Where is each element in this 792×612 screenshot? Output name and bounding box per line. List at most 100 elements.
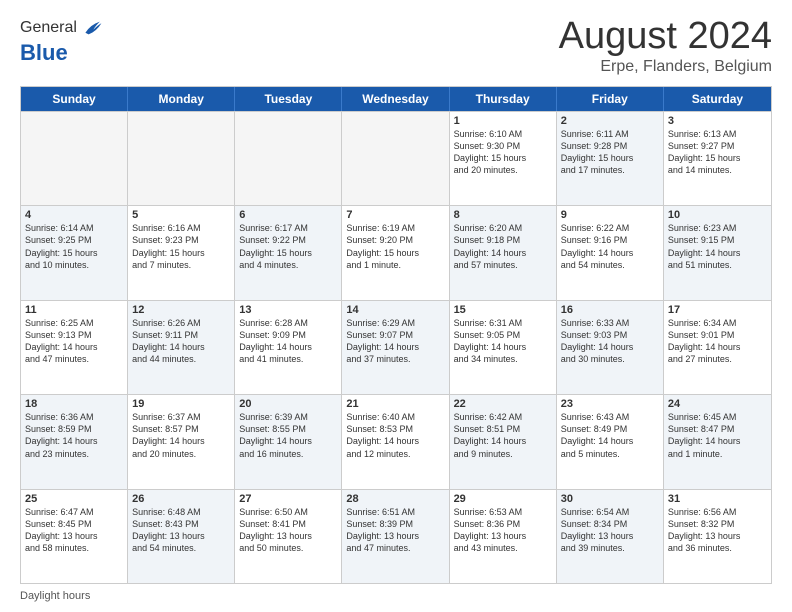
calendar-cell: 21Sunrise: 6:40 AM Sunset: 8:53 PM Dayli… — [342, 395, 449, 488]
calendar-header-cell: Saturday — [664, 87, 771, 111]
calendar-cell — [21, 112, 128, 205]
day-info: Sunrise: 6:28 AM Sunset: 9:09 PM Dayligh… — [239, 317, 337, 366]
day-info: Sunrise: 6:43 AM Sunset: 8:49 PM Dayligh… — [561, 411, 659, 460]
day-info: Sunrise: 6:13 AM Sunset: 9:27 PM Dayligh… — [668, 128, 767, 177]
day-info: Sunrise: 6:34 AM Sunset: 9:01 PM Dayligh… — [668, 317, 767, 366]
calendar-cell: 16Sunrise: 6:33 AM Sunset: 9:03 PM Dayli… — [557, 301, 664, 394]
calendar-cell: 18Sunrise: 6:36 AM Sunset: 8:59 PM Dayli… — [21, 395, 128, 488]
day-number: 4 — [25, 209, 123, 221]
day-number: 25 — [25, 493, 123, 505]
day-info: Sunrise: 6:10 AM Sunset: 9:30 PM Dayligh… — [454, 128, 552, 177]
day-number: 18 — [25, 398, 123, 410]
day-info: Sunrise: 6:56 AM Sunset: 8:32 PM Dayligh… — [668, 506, 767, 555]
subtitle: Erpe, Flanders, Belgium — [559, 58, 772, 76]
calendar-header-row: SundayMondayTuesdayWednesdayThursdayFrid… — [21, 87, 771, 111]
calendar-cell: 11Sunrise: 6:25 AM Sunset: 9:13 PM Dayli… — [21, 301, 128, 394]
day-number: 28 — [346, 493, 444, 505]
logo-general-text: General — [20, 19, 77, 37]
calendar-cell — [342, 112, 449, 205]
day-number: 8 — [454, 209, 552, 221]
calendar-cell: 17Sunrise: 6:34 AM Sunset: 9:01 PM Dayli… — [664, 301, 771, 394]
day-number: 2 — [561, 115, 659, 127]
day-number: 11 — [25, 304, 123, 316]
calendar-header-cell: Wednesday — [342, 87, 449, 111]
day-number: 15 — [454, 304, 552, 316]
day-info: Sunrise: 6:25 AM Sunset: 9:13 PM Dayligh… — [25, 317, 123, 366]
day-info: Sunrise: 6:29 AM Sunset: 9:07 PM Dayligh… — [346, 317, 444, 366]
calendar-cell: 15Sunrise: 6:31 AM Sunset: 9:05 PM Dayli… — [450, 301, 557, 394]
day-number: 13 — [239, 304, 337, 316]
day-number: 31 — [668, 493, 767, 505]
calendar-cell: 3Sunrise: 6:13 AM Sunset: 9:27 PM Daylig… — [664, 112, 771, 205]
day-number: 23 — [561, 398, 659, 410]
calendar-cell: 9Sunrise: 6:22 AM Sunset: 9:16 PM Daylig… — [557, 206, 664, 299]
calendar-cell: 14Sunrise: 6:29 AM Sunset: 9:07 PM Dayli… — [342, 301, 449, 394]
calendar-cell: 25Sunrise: 6:47 AM Sunset: 8:45 PM Dayli… — [21, 490, 128, 583]
day-info: Sunrise: 6:53 AM Sunset: 8:36 PM Dayligh… — [454, 506, 552, 555]
calendar-cell: 26Sunrise: 6:48 AM Sunset: 8:43 PM Dayli… — [128, 490, 235, 583]
day-number: 10 — [668, 209, 767, 221]
day-info: Sunrise: 6:23 AM Sunset: 9:15 PM Dayligh… — [668, 222, 767, 271]
calendar-cell: 5Sunrise: 6:16 AM Sunset: 9:23 PM Daylig… — [128, 206, 235, 299]
day-info: Sunrise: 6:26 AM Sunset: 9:11 PM Dayligh… — [132, 317, 230, 366]
header: General Blue August 2024 Erpe, Flanders,… — [20, 16, 772, 76]
calendar-body: 1Sunrise: 6:10 AM Sunset: 9:30 PM Daylig… — [21, 111, 771, 583]
day-info: Sunrise: 6:50 AM Sunset: 8:41 PM Dayligh… — [239, 506, 337, 555]
day-number: 9 — [561, 209, 659, 221]
calendar-row: 4Sunrise: 6:14 AM Sunset: 9:25 PM Daylig… — [21, 205, 771, 299]
calendar-cell: 20Sunrise: 6:39 AM Sunset: 8:55 PM Dayli… — [235, 395, 342, 488]
day-info: Sunrise: 6:14 AM Sunset: 9:25 PM Dayligh… — [25, 222, 123, 271]
day-number: 30 — [561, 493, 659, 505]
calendar-cell: 19Sunrise: 6:37 AM Sunset: 8:57 PM Dayli… — [128, 395, 235, 488]
footer: Daylight hours — [20, 590, 772, 602]
day-number: 7 — [346, 209, 444, 221]
page: General Blue August 2024 Erpe, Flanders,… — [0, 0, 792, 612]
calendar-row: 18Sunrise: 6:36 AM Sunset: 8:59 PM Dayli… — [21, 394, 771, 488]
day-number: 22 — [454, 398, 552, 410]
calendar-cell: 22Sunrise: 6:42 AM Sunset: 8:51 PM Dayli… — [450, 395, 557, 488]
calendar-cell: 27Sunrise: 6:50 AM Sunset: 8:41 PM Dayli… — [235, 490, 342, 583]
calendar-header-cell: Thursday — [450, 87, 557, 111]
calendar-header-cell: Friday — [557, 87, 664, 111]
day-info: Sunrise: 6:42 AM Sunset: 8:51 PM Dayligh… — [454, 411, 552, 460]
title-block: August 2024 Erpe, Flanders, Belgium — [559, 16, 772, 76]
day-info: Sunrise: 6:22 AM Sunset: 9:16 PM Dayligh… — [561, 222, 659, 271]
day-info: Sunrise: 6:51 AM Sunset: 8:39 PM Dayligh… — [346, 506, 444, 555]
day-number: 29 — [454, 493, 552, 505]
day-number: 17 — [668, 304, 767, 316]
day-number: 20 — [239, 398, 337, 410]
calendar-cell: 7Sunrise: 6:19 AM Sunset: 9:20 PM Daylig… — [342, 206, 449, 299]
calendar-cell — [235, 112, 342, 205]
day-info: Sunrise: 6:20 AM Sunset: 9:18 PM Dayligh… — [454, 222, 552, 271]
day-number: 5 — [132, 209, 230, 221]
calendar-row: 1Sunrise: 6:10 AM Sunset: 9:30 PM Daylig… — [21, 111, 771, 205]
day-number: 6 — [239, 209, 337, 221]
calendar-cell: 23Sunrise: 6:43 AM Sunset: 8:49 PM Dayli… — [557, 395, 664, 488]
day-info: Sunrise: 6:48 AM Sunset: 8:43 PM Dayligh… — [132, 506, 230, 555]
day-number: 24 — [668, 398, 767, 410]
calendar-cell: 24Sunrise: 6:45 AM Sunset: 8:47 PM Dayli… — [664, 395, 771, 488]
calendar-cell: 28Sunrise: 6:51 AM Sunset: 8:39 PM Dayli… — [342, 490, 449, 583]
calendar-cell: 13Sunrise: 6:28 AM Sunset: 9:09 PM Dayli… — [235, 301, 342, 394]
calendar-cell: 10Sunrise: 6:23 AM Sunset: 9:15 PM Dayli… — [664, 206, 771, 299]
day-info: Sunrise: 6:19 AM Sunset: 9:20 PM Dayligh… — [346, 222, 444, 271]
day-number: 19 — [132, 398, 230, 410]
day-info: Sunrise: 6:40 AM Sunset: 8:53 PM Dayligh… — [346, 411, 444, 460]
logo-bird-icon — [79, 16, 103, 40]
logo: General Blue — [20, 16, 103, 66]
calendar-cell: 1Sunrise: 6:10 AM Sunset: 9:30 PM Daylig… — [450, 112, 557, 205]
calendar-header-cell: Sunday — [21, 87, 128, 111]
day-number: 21 — [346, 398, 444, 410]
day-number: 12 — [132, 304, 230, 316]
calendar-cell: 2Sunrise: 6:11 AM Sunset: 9:28 PM Daylig… — [557, 112, 664, 205]
calendar-row: 11Sunrise: 6:25 AM Sunset: 9:13 PM Dayli… — [21, 300, 771, 394]
main-title: August 2024 — [559, 16, 772, 58]
day-number: 3 — [668, 115, 767, 127]
calendar-cell: 12Sunrise: 6:26 AM Sunset: 9:11 PM Dayli… — [128, 301, 235, 394]
day-number: 1 — [454, 115, 552, 127]
day-info: Sunrise: 6:39 AM Sunset: 8:55 PM Dayligh… — [239, 411, 337, 460]
calendar-header-cell: Tuesday — [235, 87, 342, 111]
calendar-header-cell: Monday — [128, 87, 235, 111]
day-info: Sunrise: 6:33 AM Sunset: 9:03 PM Dayligh… — [561, 317, 659, 366]
day-number: 26 — [132, 493, 230, 505]
